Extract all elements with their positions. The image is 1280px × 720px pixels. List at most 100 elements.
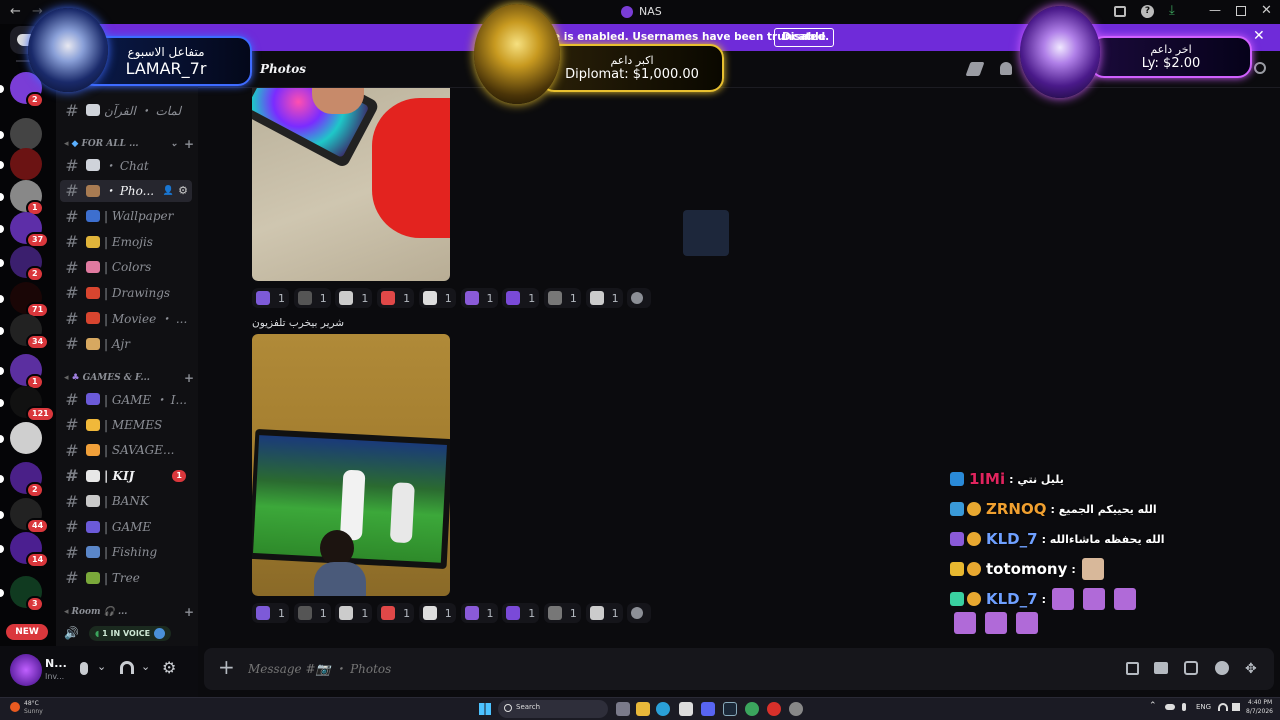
task-view-icon[interactable] <box>616 702 630 716</box>
reaction-chip[interactable]: 1 <box>377 288 415 308</box>
reaction-chip[interactable]: 1 <box>293 288 331 308</box>
close-banner-icon[interactable]: ✕ <box>1253 28 1265 44</box>
reaction-chip[interactable]: 1 <box>293 603 331 623</box>
clock-date[interactable]: 8/7/2026 <box>1246 708 1273 715</box>
user-avatar[interactable] <box>10 654 42 686</box>
disable-button[interactable]: Disable <box>774 28 834 47</box>
reaction-chip[interactable]: 1 <box>377 603 415 623</box>
server-icon-button[interactable]: 3 <box>0 576 56 612</box>
channel-item[interactable]: # ・ Chat <box>60 154 192 176</box>
channel-item[interactable]: # | Tree <box>60 567 192 589</box>
server-icon-button[interactable]: 14 <box>0 532 56 568</box>
microphone-icon[interactable] <box>80 662 88 675</box>
reaction-chip[interactable]: 1 <box>418 603 456 623</box>
sticker-icon[interactable] <box>1184 661 1198 675</box>
reaction-chip[interactable]: 1 <box>460 603 498 623</box>
chevron-down-icon[interactable]: ⌄ <box>141 660 150 673</box>
channel-item[interactable]: # | KIJ 1 <box>60 465 192 487</box>
volume-icon[interactable] <box>1232 703 1240 711</box>
back-arrow-icon[interactable]: ← <box>10 4 21 19</box>
reaction-chip[interactable]: 1 <box>585 603 623 623</box>
settings-app-icon[interactable] <box>789 702 803 716</box>
minimize-icon[interactable]: — <box>1209 3 1221 17</box>
edge-browser-icon[interactable] <box>656 702 670 716</box>
channel-quran[interactable]: # لمات ・ القرآن <box>60 99 192 121</box>
add-reaction-button[interactable] <box>627 603 652 623</box>
new-server-badge[interactable]: NEW <box>6 624 48 640</box>
reaction-chip[interactable]: 1 <box>252 288 289 308</box>
channel-item[interactable]: # | Ajr <box>60 333 192 355</box>
channel-item[interactable]: # | Wallpaper <box>60 205 192 227</box>
clock-time[interactable]: 4:40 PM <box>1248 699 1272 706</box>
chrome-icon[interactable] <box>679 702 693 716</box>
start-windows-icon[interactable] <box>479 703 491 715</box>
add-attachment-icon[interactable]: + <box>218 655 235 679</box>
language-indicator[interactable]: ENG <box>1196 703 1211 711</box>
gift-icon[interactable] <box>1126 662 1139 675</box>
discord-taskbar-icon[interactable] <box>701 702 715 716</box>
channel-item[interactable]: # | Drawings <box>60 282 192 304</box>
message-input[interactable] <box>248 658 948 680</box>
category-games[interactable]: ◂ ♣ GAMES & F... + <box>64 371 194 385</box>
search-icon[interactable] <box>1254 62 1266 74</box>
server-icon-button[interactable]: 1 <box>0 354 56 390</box>
channel-item[interactable]: # | Moviee ・ ... <box>60 307 192 329</box>
opera-icon[interactable] <box>767 702 781 716</box>
server-icon-button[interactable] <box>0 422 56 456</box>
channel-item[interactable]: # | BANK <box>60 490 192 512</box>
inbox-icon[interactable] <box>1114 6 1126 17</box>
reaction-chip[interactable]: 1 <box>502 603 540 623</box>
reaction-chip[interactable]: 1 <box>418 288 456 308</box>
photo-attachment-tablet[interactable] <box>252 88 450 281</box>
chevron-down-icon[interactable]: ⌄ <box>97 660 106 673</box>
download-icon[interactable]: ⤓ <box>1169 3 1175 18</box>
add-channel-icon[interactable]: + <box>184 137 194 151</box>
channel-item[interactable]: # | Emojis <box>60 231 192 253</box>
channel-settings-icon[interactable]: ⚙ <box>178 184 188 197</box>
gif-icon[interactable] <box>1154 662 1168 674</box>
channel-item[interactable]: # | Colors <box>60 256 192 278</box>
channel-item[interactable]: # | MEMES <box>60 414 192 436</box>
reaction-chip[interactable]: 1 <box>335 603 373 623</box>
invite-icon[interactable]: 👤 <box>163 186 174 196</box>
channel-item[interactable]: # | GAME <box>60 516 192 538</box>
server-icon-button[interactable]: 2 <box>0 246 56 282</box>
wifi-icon[interactable] <box>1218 703 1228 711</box>
settings-gear-icon[interactable]: ⚙ <box>162 658 176 677</box>
tray-chevron-up-icon[interactable]: ⌃ <box>1149 701 1157 711</box>
server-icon-button[interactable]: 37 <box>0 212 56 248</box>
add-channel-icon[interactable]: + <box>184 605 194 619</box>
notification-bell-icon[interactable] <box>1000 62 1012 75</box>
xbox-icon[interactable] <box>745 702 759 716</box>
add-reaction-button[interactable] <box>627 288 652 308</box>
channel-item[interactable]: # | Fishing <box>60 541 192 563</box>
voice-channel[interactable]: 🔊 ◖ 1 IN VOICE <box>64 623 196 643</box>
server-icon-button[interactable]: 2 <box>0 462 56 498</box>
category-room[interactable]: ◂ Room 🎧 ... + <box>64 605 194 619</box>
reaction-chip[interactable]: 1 <box>252 603 289 623</box>
forward-arrow-icon[interactable]: → <box>32 4 43 19</box>
headphones-icon[interactable] <box>120 661 134 674</box>
reaction-chip[interactable]: 1 <box>502 288 540 308</box>
server-icon-button[interactable]: 44 <box>0 498 56 534</box>
server-icon-button[interactable]: 71 <box>0 282 56 318</box>
taskbar-search[interactable]: Search <box>498 700 608 718</box>
reaction-chip[interactable]: 1 <box>460 288 498 308</box>
threads-icon[interactable] <box>965 62 985 76</box>
reaction-chip[interactable]: 1 <box>335 288 373 308</box>
server-icon-button[interactable] <box>0 148 56 182</box>
add-channel-icon[interactable]: + <box>184 371 194 385</box>
photo-attachment-tv[interactable] <box>252 334 450 596</box>
channel-item[interactable]: # ・ Pho... 👤 ⚙ <box>60 179 192 202</box>
help-icon[interactable]: ? <box>1141 5 1154 18</box>
server-icon-button[interactable] <box>0 118 56 152</box>
file-explorer-icon[interactable] <box>636 702 650 716</box>
reaction-chip[interactable]: 1 <box>543 603 581 623</box>
close-window-icon[interactable]: ✕ <box>1261 3 1272 18</box>
channel-item[interactable]: # | SAVAGE... <box>60 439 192 461</box>
server-icon-button[interactable]: 121 <box>0 386 56 422</box>
reaction-chip[interactable]: 1 <box>543 288 581 308</box>
maximize-icon[interactable] <box>1236 6 1246 16</box>
emoji-icon[interactable] <box>1215 661 1229 675</box>
apps-icon[interactable]: ✥ <box>1245 661 1257 677</box>
